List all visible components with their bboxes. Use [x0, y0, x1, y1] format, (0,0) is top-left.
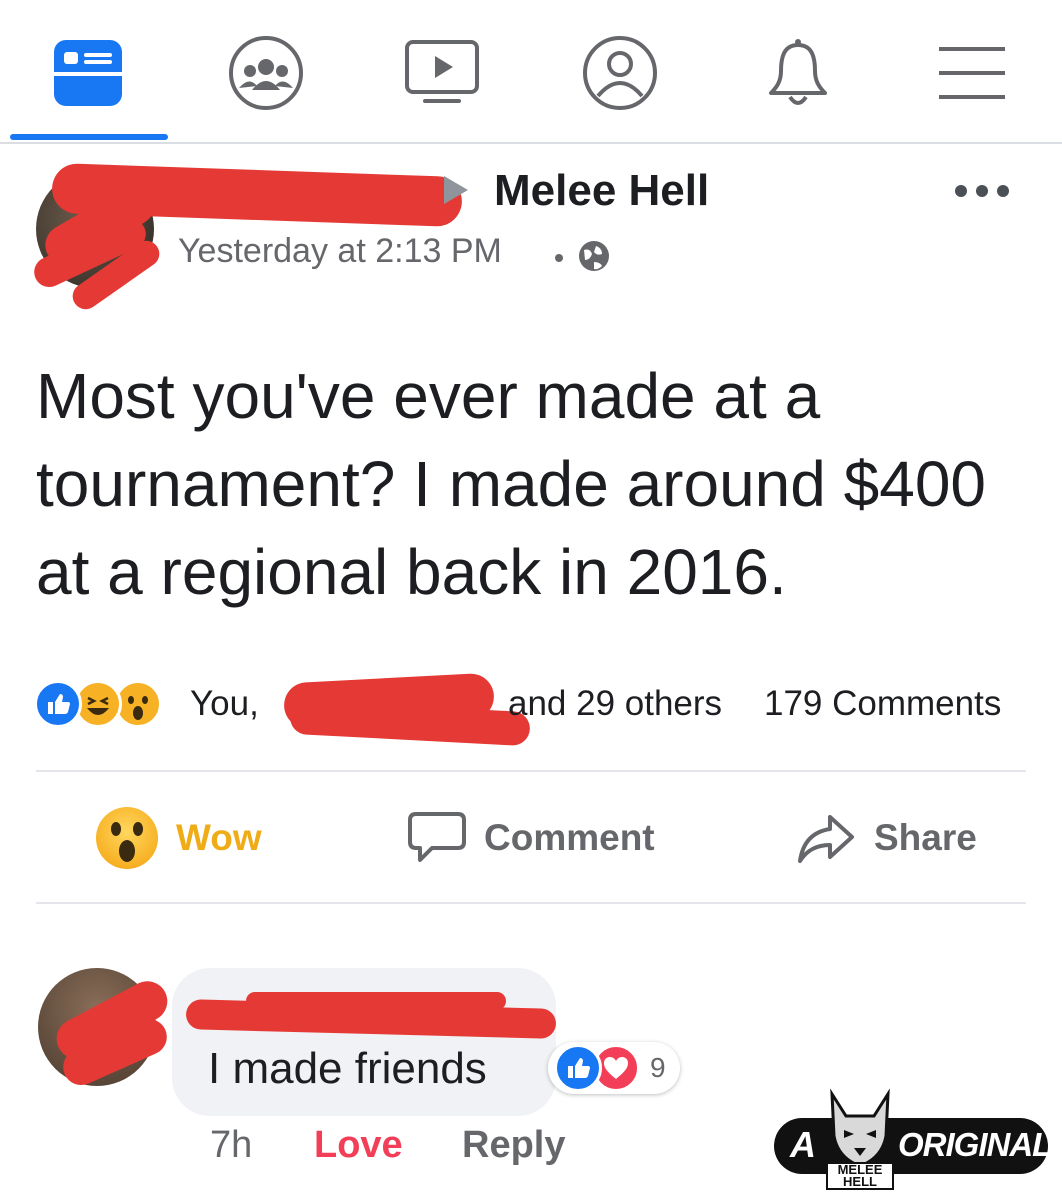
share-arrow-icon — [798, 815, 854, 863]
wow-label: Wow — [176, 817, 262, 858]
group-name-link[interactable]: Melee Hell — [494, 166, 709, 216]
news-feed-icon — [54, 40, 122, 106]
post-text: Most you've ever made at a tournament? I… — [36, 360, 986, 608]
reaction-icons[interactable] — [34, 680, 174, 732]
top-nav — [0, 0, 1062, 144]
like-reaction-icon — [554, 1044, 602, 1092]
bell-icon — [769, 39, 827, 105]
wow-face-icon — [96, 807, 158, 869]
reactors-prefix[interactable]: You, — [190, 684, 259, 724]
watch-tab[interactable] — [392, 28, 492, 118]
groups-icon — [229, 36, 303, 110]
watch-icon — [405, 40, 479, 103]
comment-label: Comment — [484, 817, 655, 858]
redaction-mark — [289, 699, 531, 747]
post-timestamp[interactable]: Yesterday at 2:13 PM — [178, 232, 502, 271]
comment-time[interactable]: 7h — [210, 1124, 252, 1167]
divider — [36, 770, 1026, 772]
profile-tab[interactable] — [570, 28, 670, 118]
reply-button[interactable]: Reply — [462, 1124, 565, 1167]
redaction-mark — [246, 992, 506, 1010]
notifications-tab[interactable] — [748, 28, 848, 118]
share-label: Share — [874, 817, 977, 858]
groups-tab[interactable] — [216, 28, 316, 118]
reactors-others[interactable]: and 29 others — [508, 684, 722, 724]
globe-icon — [579, 241, 609, 271]
active-tab-indicator — [10, 134, 168, 140]
comment-button[interactable]: Comment — [408, 806, 655, 870]
separator-dot — [555, 254, 563, 262]
hamburger-menu-icon — [939, 47, 1005, 99]
wow-reaction-button[interactable]: Wow — [96, 806, 262, 870]
share-button[interactable]: Share — [796, 806, 977, 870]
comments-count[interactable]: 179 Comments — [764, 684, 1001, 724]
love-react-button[interactable]: Love — [314, 1124, 403, 1167]
news-feed-tab[interactable] — [38, 28, 138, 118]
comment-bubble-icon — [408, 812, 466, 862]
badge-prefix: A — [790, 1124, 816, 1165]
more-dots-icon — [955, 185, 967, 197]
comment-text: I made friends — [208, 1044, 487, 1093]
menu-tab[interactable] — [922, 28, 1022, 118]
badge-suffix: ORIGINAL — [898, 1126, 1052, 1163]
like-reaction-icon — [34, 680, 82, 728]
shared-to-arrow-icon — [444, 176, 468, 204]
profile-icon — [583, 36, 657, 110]
divider — [36, 902, 1026, 904]
post-options-menu[interactable] — [955, 182, 1011, 200]
badge-logo-text: MELEE HELL — [826, 1162, 894, 1190]
comment-reaction-count: 9 — [650, 1052, 666, 1083]
